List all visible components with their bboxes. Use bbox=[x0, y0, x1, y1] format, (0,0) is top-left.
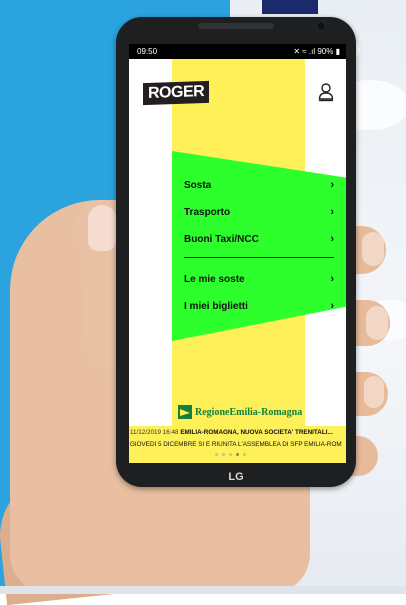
status-bar: 09:50 ✕ ≈ .ıl 90% ▮ bbox=[129, 44, 346, 59]
roger-logo: ROGER bbox=[143, 80, 210, 106]
front-camera-icon bbox=[316, 21, 326, 31]
chevron-right-icon: › bbox=[330, 206, 334, 218]
chevron-right-icon: › bbox=[330, 233, 334, 245]
menu-item-sosta[interactable]: Sosta › bbox=[184, 172, 334, 199]
chevron-right-icon: › bbox=[330, 300, 334, 312]
menu-item-i-miei-biglietti[interactable]: I miei biglietti › bbox=[184, 293, 334, 320]
phone-screen: 09:50 ✕ ≈ .ıl 90% ▮ ROGER Sosta › Traspo… bbox=[129, 44, 346, 463]
status-time: 09:50 bbox=[137, 47, 158, 56]
menu-item-label: Trasporto bbox=[184, 207, 231, 218]
chevron-right-icon: › bbox=[330, 273, 334, 285]
background-navy-corner bbox=[262, 0, 318, 14]
phone-speaker bbox=[198, 23, 274, 29]
news-headline-row: 11/12/2019 16:48 EMILIA-ROMAGNA, NUOVA S… bbox=[130, 429, 345, 436]
chevron-right-icon: › bbox=[330, 179, 334, 191]
menu-item-label: Le mie soste bbox=[184, 274, 245, 285]
news-headline: EMILIA-ROMAGNA, NUOVA SOCIETA' TRENITALI… bbox=[180, 429, 333, 436]
region-emblem-icon bbox=[178, 405, 192, 419]
carousel-dot[interactable] bbox=[215, 453, 218, 456]
regione-emilia-romagna-logo[interactable]: RegioneEmilia-Romagna bbox=[172, 403, 305, 421]
person-outline-icon bbox=[318, 83, 334, 102]
status-indicators: ✕ ≈ .ıl 90% ▮ bbox=[293, 47, 340, 56]
carousel-dot[interactable] bbox=[243, 453, 246, 456]
carousel-dot[interactable] bbox=[229, 453, 232, 456]
menu-item-buoni-taxi[interactable]: Buoni Taxi/NCC › bbox=[184, 226, 334, 253]
carousel-dot[interactable] bbox=[222, 453, 225, 456]
news-timestamp: 11/12/2019 16:48 bbox=[130, 429, 181, 436]
menu-divider bbox=[184, 257, 334, 258]
region-logo-text: RegioneEmilia-Romagna bbox=[195, 406, 303, 418]
menu-item-label: Buoni Taxi/NCC bbox=[184, 234, 259, 245]
finger-nail-1 bbox=[362, 232, 384, 266]
main-menu: Sosta › Trasporto › Buoni Taxi/NCC › Le … bbox=[184, 172, 334, 320]
lg-logo: LG bbox=[228, 471, 244, 483]
menu-item-label: Sosta bbox=[184, 180, 212, 191]
thumbnail bbox=[88, 205, 116, 251]
finger-nail-2 bbox=[366, 306, 388, 340]
carousel-dots bbox=[215, 453, 246, 456]
profile-button[interactable] bbox=[318, 82, 334, 102]
menu-item-label: I miei biglietti bbox=[184, 301, 248, 312]
menu-item-trasporto[interactable]: Trasporto › bbox=[184, 199, 334, 226]
menu-item-le-mie-soste[interactable]: Le mie soste › bbox=[184, 266, 334, 293]
news-body: GIOVEDÌ 5 DICEMBRE SI È RIUNITA L'ASSEMB… bbox=[130, 441, 342, 448]
carousel-dot-active[interactable] bbox=[236, 453, 239, 456]
finger-nail-3 bbox=[364, 376, 384, 408]
bottom-band bbox=[0, 586, 406, 594]
news-ticker[interactable]: 11/12/2019 16:48 EMILIA-ROMAGNA, NUOVA S… bbox=[129, 426, 346, 463]
